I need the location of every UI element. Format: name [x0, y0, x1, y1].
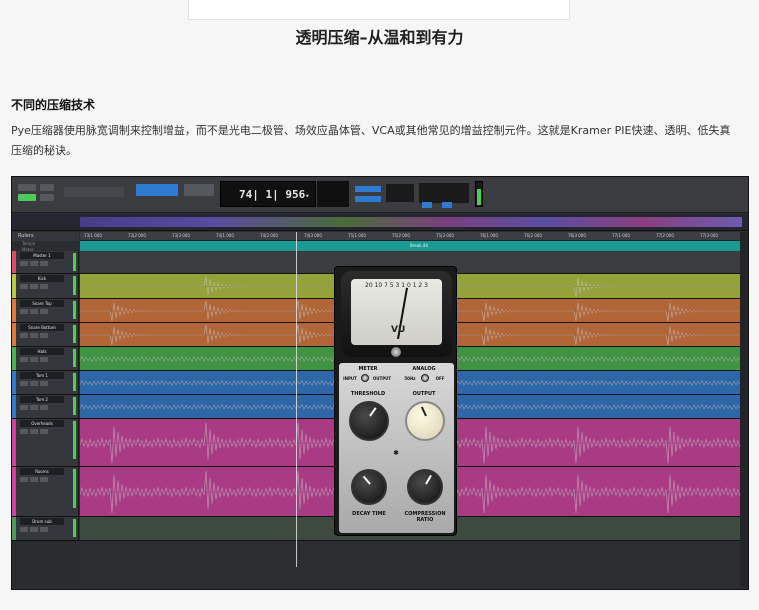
timeline-ruler[interactable]: 73|1 000 73|2 000 73|3 000 74|1 000 74|2… [80, 232, 748, 241]
output-knob[interactable] [405, 401, 445, 441]
track-name[interactable]: Tom 1 [20, 372, 64, 379]
section-heading: 不同的压缩技术 [11, 98, 96, 112]
track-header[interactable]: Master 1 [12, 251, 79, 273]
decay-time-knob[interactable] [351, 469, 387, 505]
session-overview[interactable] [12, 214, 748, 231]
track-header[interactable]: Tom 1 [12, 371, 79, 394]
daw-toolbar: 74| 1| 956▾ [12, 177, 748, 213]
page-title: 透明压缩–从温和到有力 [295, 28, 464, 47]
plugin-control-panel: METER ANALOG INPUT OUTPUT 50Hz OFF THRES… [339, 363, 454, 533]
track-header[interactable]: Overheads [12, 419, 79, 466]
track-header[interactable]: Kick [12, 274, 79, 298]
track-name[interactable]: Kick [20, 275, 64, 282]
track-name[interactable]: Drum sub [20, 518, 64, 525]
track-name[interactable]: Tom 2 [20, 396, 64, 403]
output-meter [475, 181, 483, 207]
top-card [188, 0, 570, 20]
vu-meter: 20 10 7 5 3 1 0 1 2 3 VU [341, 271, 452, 357]
meter-toggle[interactable] [361, 374, 369, 382]
track-name[interactable]: Snare Bottom [20, 324, 64, 331]
sub-counter [317, 181, 349, 207]
marker-ruler[interactable]: Break 44 [80, 241, 748, 251]
track-name[interactable]: Hats [20, 348, 64, 355]
screw-icon [391, 347, 401, 357]
track-header[interactable]: Tom 2 [12, 395, 79, 418]
track-header[interactable]: Snare Bottom [12, 323, 79, 346]
section-paragraph: Pye压缩器使用脉宽调制来控制增益，而不是光电二极管、场效应晶体管、VCA或其他… [11, 124, 731, 157]
track-name[interactable]: Rooms [20, 468, 64, 475]
track-name[interactable]: Overheads [20, 420, 64, 427]
track-header[interactable]: Rooms [12, 467, 79, 516]
main-counter: 74| 1| 956▾ [220, 181, 316, 207]
playhead[interactable] [296, 232, 297, 567]
analog-toggle[interactable] [421, 374, 429, 382]
track-name[interactable]: Snare Top [20, 300, 64, 307]
transport-green-button[interactable] [18, 194, 36, 201]
track-header[interactable]: Hats [12, 347, 79, 370]
track-header[interactable]: Drum sub [12, 517, 79, 540]
pie-logo-icon: ✱ [393, 449, 399, 457]
compression-ratio-knob[interactable] [407, 469, 443, 505]
threshold-knob[interactable] [349, 401, 389, 441]
track-name[interactable]: Master 1 [20, 252, 64, 259]
vertical-scrollbar[interactable] [740, 232, 748, 587]
track-header[interactable]: Snare Top [12, 299, 79, 322]
kramer-pie-plugin: 20 10 7 5 3 1 0 1 2 3 VU METER ANALOG IN… [334, 266, 457, 536]
